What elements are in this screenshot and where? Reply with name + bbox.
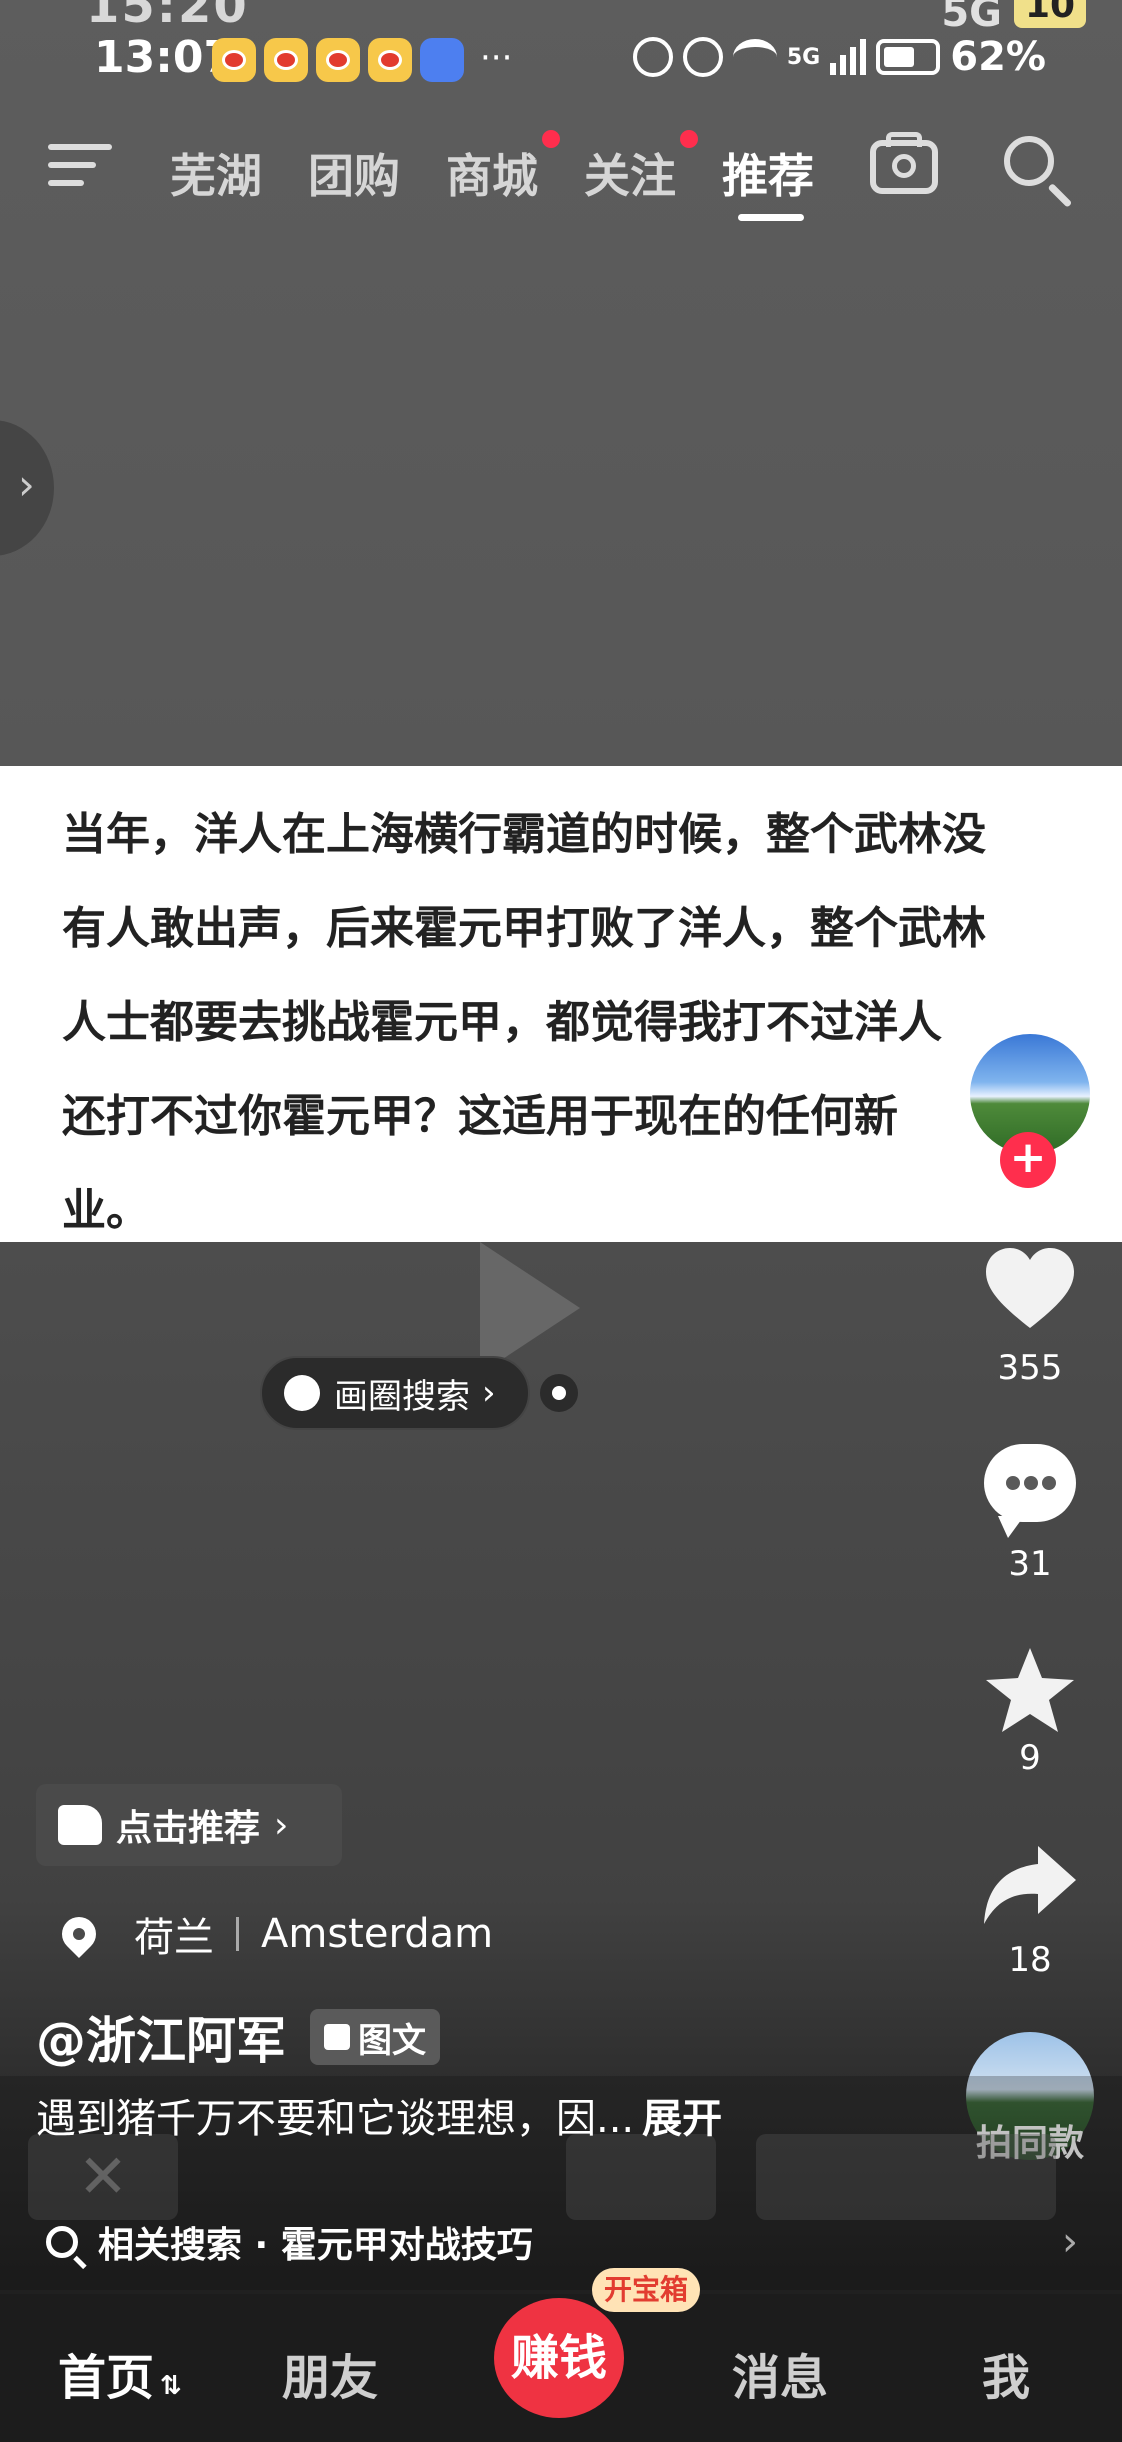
weibo-icon [264,38,308,82]
search-icon [46,2226,78,2258]
caption-line: 还打不过你霍元甲？这适用于现在的任何新 [62,1091,898,1142]
following-badge-dot [680,130,698,148]
post-type-label: 图文 [358,2020,426,2061]
comment-icon [984,1444,1076,1538]
play-icon [480,1242,580,1374]
chevron-right-icon: › [482,1373,496,1413]
location-country: 荷兰 [134,1915,214,1961]
author-row: @浙江阿军 图文 [36,2004,440,2070]
status-bar: 13:07 ··· 5G 62% [0,28,1122,92]
tab-recommend[interactable]: 推荐 [722,140,814,206]
data-saver-icon [632,37,673,77]
circle-search-button[interactable]: 画圈搜索 › [260,1356,530,1430]
recommend-button[interactable]: 点击推荐 › [36,1784,342,1866]
side-panel-handle[interactable]: › [0,420,54,556]
favorite-button[interactable]: 9 [980,1642,1080,1778]
signal-icon [830,39,867,75]
more-notifications-icon: ··· [480,38,513,78]
alarm-icon [682,37,723,77]
favorite-count: 9 [1019,1738,1041,1778]
like-button[interactable]: 355 [980,1242,1080,1388]
chevron-right-icon: › [18,460,35,509]
share-count: 18 [1008,1940,1052,1980]
status-icons: 5G 62% [632,34,1046,80]
expand-link[interactable]: 展开 [642,2096,722,2142]
circle-search-dot[interactable] [540,1374,578,1412]
author-name[interactable]: @浙江阿军 [36,2001,286,2073]
network-type: 5G [786,44,821,70]
notification-icons: ··· [212,38,512,82]
post-caption: 当年，洋人在上海横行霸道的时候，整个武林没 有人敢出声，后来霍元甲打败了洋人，整… [62,788,1062,1258]
battery-icon [876,39,941,75]
location-divider [236,1917,239,1951]
tab-wuhu[interactable]: 芜湖 [170,140,262,206]
location-tag[interactable]: 荷兰 Amsterdam [54,1904,494,1964]
location-pin-icon [54,1909,104,1959]
tab-me[interactable]: 我 [982,2338,1030,2408]
weibo-icon [316,38,360,82]
chevron-right-icon: › [1062,2219,1078,2265]
app-notification-icon [420,38,464,82]
weibo-icon [368,38,412,82]
share-arrow-icon [984,1846,1076,1924]
earn-button[interactable]: 赚钱 [494,2298,624,2418]
tab-mall[interactable]: 商城 [446,140,538,206]
related-search-text: 相关搜索 · 霍元甲对战技巧 [98,2225,533,2266]
caption-line: 当年，洋人在上海横行霸道的时候，整个武林没 [62,809,986,860]
treasure-box-badge[interactable]: 开宝箱 [592,2268,701,2312]
post-description: 遇到猪千万不要和它谈理想，因... 展开 [36,2086,722,2144]
recommend-label: 点击推荐 [116,1808,261,1849]
related-search-bar[interactable]: 相关搜索 · 霍元甲对战技巧 › [0,2206,1122,2278]
comment-button[interactable]: 31 [980,1444,1080,1584]
tab-home-label: 首页 [58,2350,155,2406]
description-text: 遇到猪千万不要和它谈理想，因... [36,2096,635,2142]
chevron-right-icon: › [274,1804,289,1846]
top-nav: 芜湖 团购 商城 关注 推荐 [0,130,1122,230]
tab-home[interactable]: 首页 ⇅ [58,2338,182,2408]
camera-icon[interactable] [870,132,938,194]
menu-icon[interactable] [48,144,112,194]
like-count: 355 [997,1348,1063,1388]
caption-line: 人士都要去挑战霍元甲，都觉得我打不过洋人 [62,997,942,1048]
star-icon [986,1648,1074,1732]
follow-button[interactable]: + [1000,1132,1056,1188]
tab-friends[interactable]: 朋友 [282,2338,378,2408]
tab-group-buy[interactable]: 团购 [308,140,400,206]
comment-count: 31 [1008,1544,1052,1584]
wifi-icon [732,39,777,75]
tab-messages[interactable]: 消息 [732,2338,828,2408]
post-type-badge: 图文 [310,2009,440,2065]
thumbs-up-icon [58,1805,102,1845]
ghost-status-badge: 10 [1014,0,1086,28]
active-tab-indicator [738,214,804,221]
image-text-icon [324,2024,350,2050]
share-button[interactable]: 18 [980,1840,1080,1980]
circle-search-icon [284,1375,320,1411]
caption-line: 有人敢出声，后来霍元甲打败了洋人，整个武林 [62,903,986,954]
battery-percent: 62% [950,34,1046,80]
post-image-text-card: 当年，洋人在上海横行霸道的时候，整个武林没 有人敢出声，后来霍元甲打败了洋人，整… [0,766,1122,1242]
weibo-icon [212,38,256,82]
search-icon[interactable] [1004,136,1054,186]
tab-following[interactable]: 关注 [584,140,676,206]
mall-badge-dot [542,130,560,148]
location-city: Amsterdam [261,1911,494,1957]
video-feed-screen: 15:20 5G 10 13:07 ··· 5G 62% 芜湖 团购 商城 关注 [0,0,1122,2442]
refresh-icon: ⇅ [160,2371,182,2401]
circle-search-label: 画圈搜索 [334,1376,470,1417]
heart-icon [986,1248,1074,1328]
